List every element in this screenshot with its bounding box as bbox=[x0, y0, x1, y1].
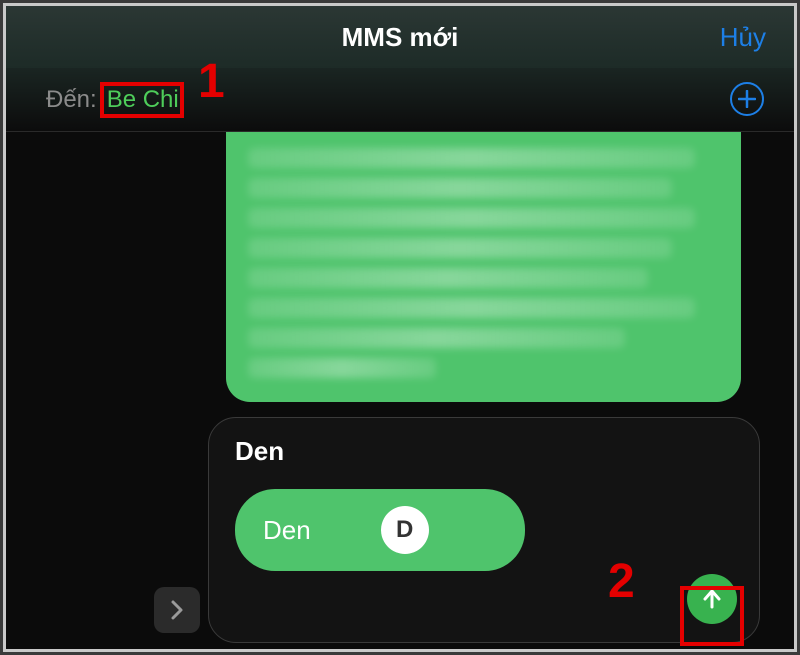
contact-attachment-card[interactable]: Den Den D bbox=[208, 417, 760, 643]
chevron-right-icon bbox=[168, 599, 186, 621]
contact-pill-label: Den bbox=[263, 515, 311, 546]
screenshot-frame: MMS mới Hủy Đến: Be Chi bbox=[3, 3, 797, 652]
input-attachment-area: Den Den D bbox=[6, 417, 794, 649]
expand-input-button[interactable] bbox=[154, 587, 200, 633]
attachment-title: Den bbox=[235, 436, 733, 467]
message-thread bbox=[6, 132, 794, 417]
message-text-line bbox=[248, 148, 695, 168]
recipient-row[interactable]: Đến: Be Chi bbox=[6, 68, 794, 132]
message-text-line bbox=[248, 298, 695, 318]
recipient-contact[interactable]: Be Chi bbox=[103, 86, 183, 114]
message-text-line bbox=[248, 268, 648, 288]
add-recipient-button[interactable] bbox=[730, 82, 764, 116]
arrow-up-icon bbox=[700, 587, 724, 611]
send-button[interactable] bbox=[687, 574, 737, 624]
contact-avatar: D bbox=[381, 506, 429, 554]
message-text-line bbox=[248, 328, 625, 348]
cancel-button[interactable]: Hủy bbox=[720, 22, 766, 53]
outgoing-message-bubble[interactable] bbox=[226, 132, 741, 402]
nav-header: MMS mới Hủy bbox=[6, 6, 794, 68]
plus-icon bbox=[738, 90, 756, 108]
phone-screen: MMS mới Hủy Đến: Be Chi bbox=[6, 6, 794, 649]
message-text-line bbox=[248, 358, 436, 378]
contact-pill[interactable]: Den D bbox=[235, 489, 525, 571]
header-title: MMS mới bbox=[342, 22, 459, 53]
message-text-line bbox=[248, 178, 672, 198]
message-text-line bbox=[248, 208, 695, 228]
message-text-line bbox=[248, 238, 672, 258]
to-label: Đến: bbox=[46, 86, 97, 114]
